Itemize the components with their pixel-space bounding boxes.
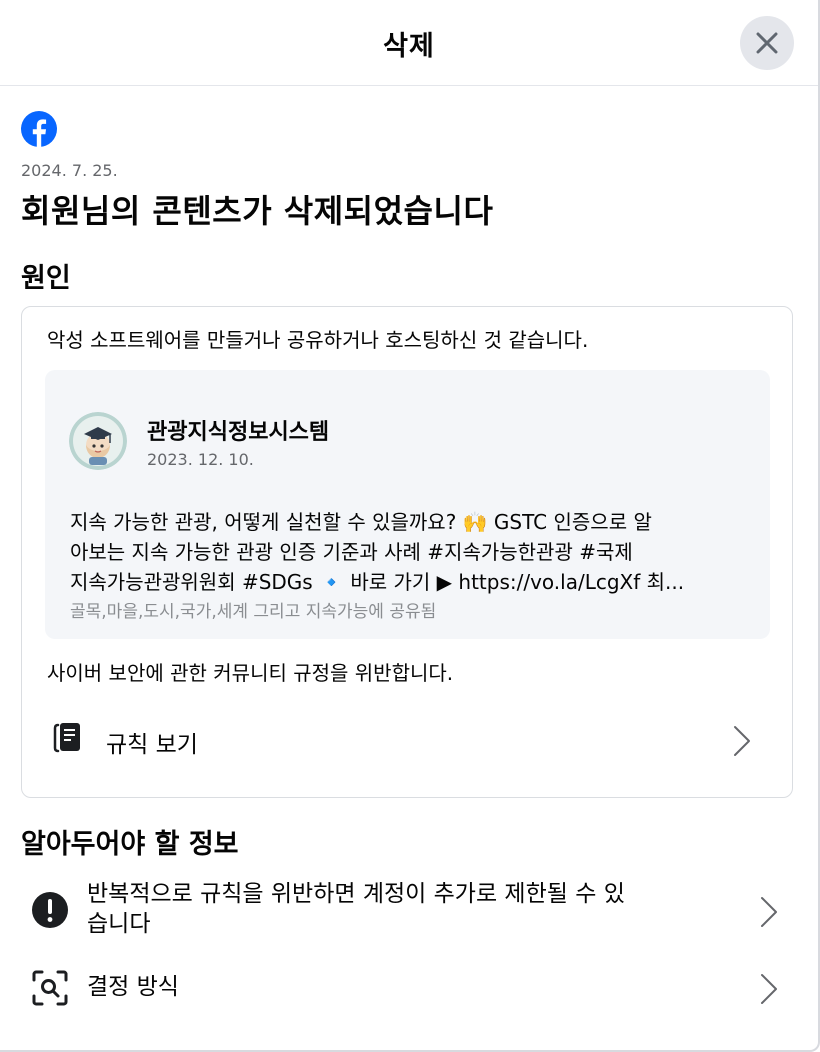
view-rules-link[interactable]: 규칙 보기 <box>22 707 792 775</box>
magnifier-icon <box>32 970 68 1006</box>
close-icon <box>756 32 778 54</box>
post-author-name: 관광지식정보시스템 <box>147 420 330 445</box>
chevron-right-icon <box>761 974 777 1004</box>
post-text-line: 지속 가능한 관광, 어떻게 실천할 수 있을까요? 🙌 GSTC 인증으로 알 <box>70 510 652 534</box>
reason-card: 악성 소프트웨어를 만들거나 공유하거나 호스팅하신 것 같습니다. 관광지식정… <box>21 306 793 798</box>
removed-post-preview: 관광지식정보시스템 2023. 12. 10. 지속 가능한 관광, 어떻게 실… <box>45 370 770 639</box>
facebook-logo-icon <box>21 111 57 147</box>
repeat-violation-label-line: 습니다 <box>87 911 151 937</box>
chevron-right-icon <box>761 897 777 927</box>
post-shared-caption: 골목,마을,도시,국가,세계 그리고 지속가능에 공유됨 <box>70 602 437 622</box>
post-author-avatar <box>69 412 127 470</box>
view-rules-label: 규칙 보기 <box>106 732 198 758</box>
removal-dialog: 삭제 2024. 7. 25. 회원님의 콘텐츠가 삭제되었습니다 원인 악성 … <box>0 0 820 1052</box>
decision-method-label: 결정 방식 <box>87 974 179 1000</box>
close-button[interactable] <box>740 16 794 70</box>
repeat-violation-label: 반복적으로 규칙을 위반하면 계정이 추가로 제한될 수 있 습니다 <box>87 879 737 939</box>
repeat-violation-label-line: 반복적으로 규칙을 위반하면 계정이 추가로 제한될 수 있 <box>87 881 625 907</box>
post-date: 2023. 12. 10. <box>147 450 254 469</box>
chevron-right-icon <box>734 726 750 756</box>
dialog-header: 삭제 <box>0 0 818 86</box>
avatar-illustration-icon <box>69 412 127 470</box>
post-text-line: 지속가능관광위원회 #SDGs 🔹 바로 가기 ▶ https://vo.la/… <box>70 570 685 594</box>
violation-text: 사이버 보안에 관한 커뮤니티 규정을 위반합니다. <box>47 661 454 685</box>
dialog-body: 2024. 7. 25. 회원님의 콘텐츠가 삭제되었습니다 원인 악성 소프트… <box>0 86 818 1050</box>
exclamation-icon <box>32 892 68 928</box>
post-text: 지속 가능한 관광, 어떻게 실천할 수 있을까요? 🙌 GSTC 인증으로 알… <box>70 507 750 597</box>
dialog-title: 삭제 <box>383 31 435 62</box>
reason-text: 악성 소프트웨어를 만들거나 공유하거나 호스팅하신 것 같습니다. <box>47 328 589 352</box>
decision-method-info-row[interactable]: 결정 방식 <box>21 954 797 1024</box>
reason-section-title: 원인 <box>21 263 71 294</box>
repeat-violation-info-row[interactable]: 반복적으로 규칙을 위반하면 계정이 추가로 제한될 수 있 습니다 <box>21 876 797 948</box>
notice-headline: 회원님의 콘텐츠가 삭제되었습니다 <box>21 192 494 230</box>
rulebook-icon <box>53 723 80 753</box>
info-section-title: 알아두어야 할 정보 <box>21 829 239 860</box>
post-text-line: 아보는 지속 가능한 관광 인증 기준과 사례 #지속가능한관광 #국제 <box>70 540 633 564</box>
notice-date: 2024. 7. 25. <box>21 161 118 180</box>
